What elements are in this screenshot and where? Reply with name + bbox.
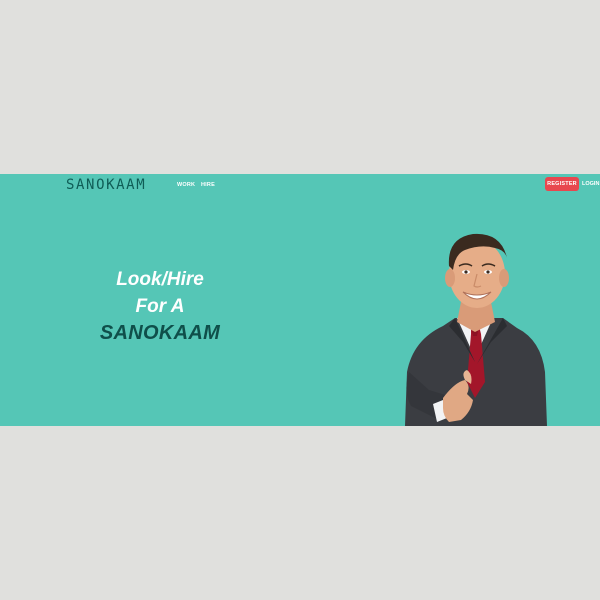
hero-line-1: Look/Hire xyxy=(116,269,204,290)
businessman-handshake-image xyxy=(405,233,547,426)
nav-hire-link[interactable]: HIRE xyxy=(201,182,215,188)
login-link[interactable]: LOGIN xyxy=(582,181,599,187)
page: SANOKAAM WORK HIRE REGISTER LOGIN Look/H… xyxy=(0,0,600,600)
nav-work-link[interactable]: WORK xyxy=(177,182,195,188)
hero-headline: Look/Hire For A SANOKAAM xyxy=(60,266,260,347)
site-logo[interactable]: SANOKAAM xyxy=(66,177,146,193)
register-button[interactable]: REGISTER xyxy=(545,177,579,191)
hero-line-brand: SANOKAAM xyxy=(99,322,221,344)
hero-banner: SANOKAAM WORK HIRE REGISTER LOGIN Look/H… xyxy=(0,174,600,426)
hero-line-2: For A xyxy=(135,296,185,317)
